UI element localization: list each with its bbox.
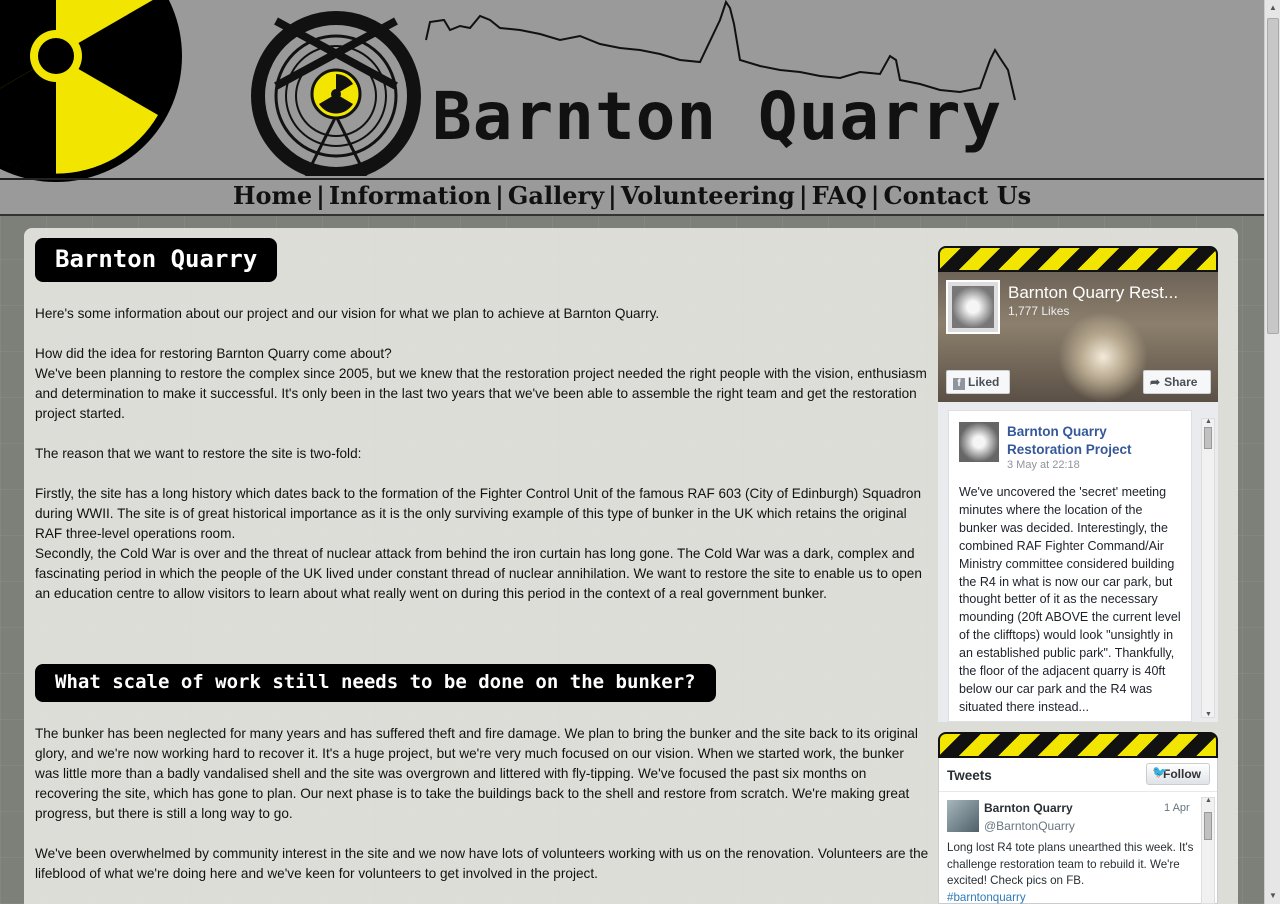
facebook-page-avatar[interactable] — [946, 280, 1000, 334]
facebook-page-name[interactable]: Barnton Quarry Rest... — [1008, 283, 1208, 303]
scroll-up-arrow[interactable]: ▲ — [1205, 418, 1212, 425]
radiation-icon — [0, 0, 182, 182]
post-author-avatar[interactable] — [959, 422, 999, 462]
scroll-up-arrow[interactable]: ▲ — [1265, 0, 1280, 16]
tweet-author-name[interactable]: Barnton Quarry — [984, 801, 1073, 815]
tunnel-logo — [251, 11, 421, 176]
section-heading: What scale of work still needs to be don… — [35, 664, 716, 702]
scroll-up-arrow[interactable]: ▲ — [1205, 797, 1212, 804]
facebook-feed-scrollbar[interactable]: ▲ ▼ — [1201, 418, 1215, 718]
reason-two-paragraph: Secondly, the Cold War is over and the t… — [35, 546, 922, 601]
nav-home[interactable]: Home — [233, 181, 312, 210]
nav-contact-us[interactable]: Contact Us — [883, 181, 1031, 210]
nav-separator: | — [316, 181, 325, 210]
main-nav: Home | Information | Gallery | Volunteering | FA… — [0, 180, 1264, 214]
question-heading: How did the idea for restoring Barnton Q… — [35, 346, 392, 361]
tweet-author-avatar[interactable] — [947, 800, 979, 832]
post-timestamp[interactable]: 3 May at 22:18 — [1007, 459, 1080, 471]
work-paragraph: The bunker has been neglected for many y… — [35, 726, 918, 821]
nav-volunteering[interactable]: Volunteering — [621, 181, 795, 210]
tweets-scrollbar[interactable]: ▲ — [1201, 797, 1215, 904]
volunteer-paragraph: We've been overwhelmed by community inte… — [35, 846, 929, 881]
share-icon: ➦ — [1150, 375, 1161, 389]
reason-intro-paragraph: The reason that we want to restore the s… — [35, 446, 362, 461]
tweet-author-handle[interactable]: @BarntonQuarry — [984, 819, 1075, 833]
post-author-link[interactable]: Barnton Quarry Restoration Project — [1007, 423, 1177, 459]
scroll-down-arrow[interactable]: ▼ — [1205, 711, 1212, 718]
facebook-like-count: 1,777 Likes — [1008, 304, 1070, 318]
nav-separator: | — [870, 181, 880, 210]
nav-separator: | — [798, 181, 808, 210]
answer-paragraph: We've been planning to restore the compl… — [35, 366, 927, 421]
facebook-liked-button[interactable]: f Liked — [946, 370, 1010, 394]
avatar-image — [952, 286, 994, 328]
nav-gallery[interactable]: Gallery — [508, 181, 604, 210]
intro-paragraph: Here's some information about our projec… — [35, 306, 660, 321]
tweet-text: Long lost R4 tote plans unearthed this w… — [947, 840, 1199, 904]
facebook-icon: f — [953, 378, 965, 390]
site-header: Barnton Quarry Home | Information | Gallery |… — [0, 0, 1264, 218]
nav-separator: | — [608, 181, 617, 210]
share-label: Share — [1164, 375, 1198, 389]
nav-faq[interactable]: FAQ — [812, 181, 867, 210]
post-text: We've uncovered the 'secret' meeting min… — [959, 485, 1181, 714]
tweet-body: Long lost R4 tote plans unearthed this w… — [947, 841, 1194, 887]
page-title: Barnton Quarry — [35, 238, 278, 282]
scroll-down-arrow[interactable]: ▼ — [1265, 888, 1280, 904]
follow-label: Follow — [1163, 767, 1201, 781]
twitter-bird-icon: 🐦 — [1152, 765, 1167, 779]
page-scrollbar[interactable]: ▲ ▼ — [1264, 0, 1280, 904]
tweets-divider — [939, 791, 1217, 792]
nav-separator: | — [495, 181, 504, 210]
reason-one-paragraph: Firstly, the site has a long history whi… — [35, 486, 922, 541]
hazard-stripe-banner — [938, 732, 1218, 758]
tweet-date[interactable]: 1 Apr — [1164, 802, 1190, 814]
site-title: Barnton Quarry — [432, 78, 1003, 155]
scroll-thumb[interactable] — [1204, 812, 1212, 840]
cover-tunnel-light — [1058, 312, 1148, 402]
nav-information[interactable]: Information — [329, 181, 491, 210]
scroll-thumb[interactable] — [1267, 18, 1279, 334]
facebook-share-button[interactable]: ➦ Share — [1143, 370, 1211, 394]
liked-label: Liked — [968, 375, 1000, 389]
hazard-stripe-banner — [938, 246, 1218, 272]
tweet-hashtag[interactable]: #barntonquarry — [947, 891, 1026, 904]
scroll-thumb[interactable] — [1204, 427, 1212, 449]
tweets-title[interactable]: Tweets — [947, 768, 992, 783]
